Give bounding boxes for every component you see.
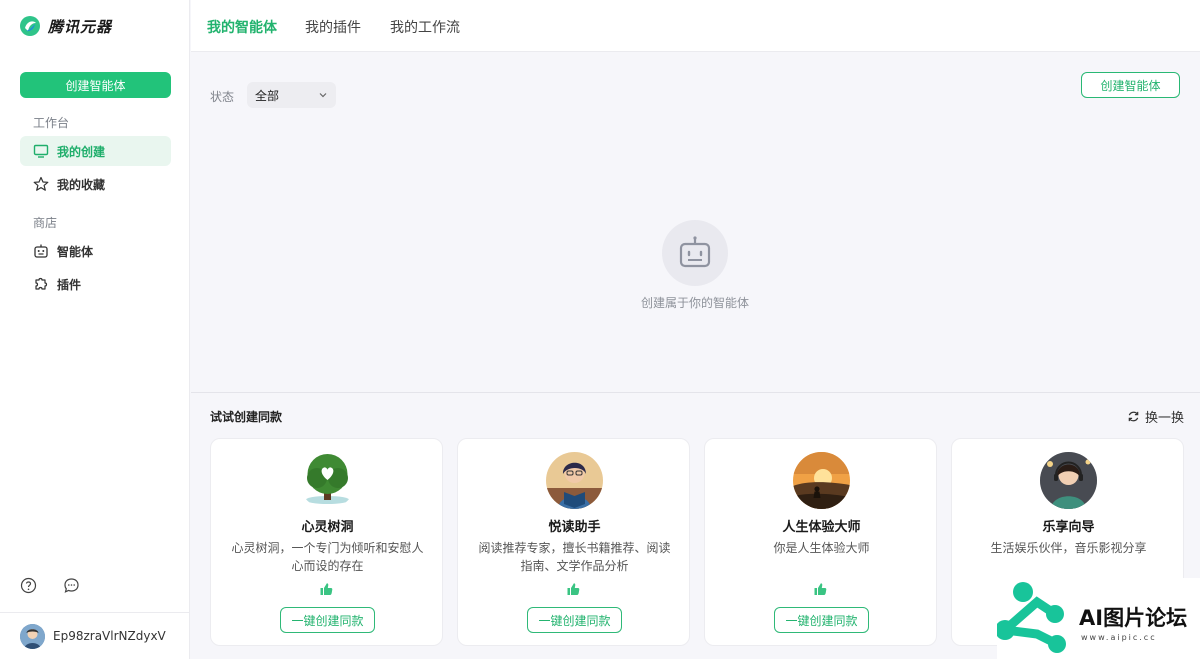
- card-description: 生活娱乐伙伴，音乐影视分享: [990, 541, 1147, 555]
- status-filter-label: 状态: [210, 90, 235, 104]
- sidebar-item-label: 我的创建: [57, 144, 106, 159]
- thumbs-up-icon: [567, 583, 580, 595]
- sidebar-item-label: 插件: [57, 277, 82, 292]
- watermark: AI图片论坛 www.aipic.cc: [997, 578, 1200, 659]
- card-description: 你是人生体验大师: [773, 541, 870, 555]
- music-avatar-image: [1040, 452, 1097, 509]
- monitor-icon: [33, 144, 49, 158]
- brand-name: 腾讯元器: [48, 17, 113, 36]
- watermark-text: AI图片论坛: [1079, 606, 1188, 630]
- user-name: Ep98zraVlrNZdyxV: [53, 629, 166, 643]
- star-icon: [33, 176, 49, 191]
- sidebar: 腾讯元器 创建智能体 工作台 我的创建 我的收藏 商店 智能体 插件 Ep98z…: [0, 0, 190, 659]
- chevron-down-icon: [319, 93, 327, 98]
- create-same-button[interactable]: 一键创建同款: [527, 607, 622, 633]
- workspace-section-label: 工作台: [33, 116, 70, 130]
- puzzle-icon: [35, 277, 48, 290]
- create-same-button[interactable]: 一键创建同款: [280, 607, 375, 633]
- chat-icon[interactable]: [63, 577, 80, 594]
- thumbs-up-icon: [814, 583, 827, 595]
- help-icon[interactable]: [20, 577, 37, 594]
- card-description: 阅读推荐专家，擅长书籍推荐、阅读指南、文学作品分析: [478, 541, 671, 573]
- brand[interactable]: 腾讯元器: [19, 15, 112, 37]
- sunset-avatar-image: [793, 452, 850, 509]
- tree-avatar-image: [299, 452, 356, 509]
- card-title: 乐享向导: [1042, 520, 1095, 535]
- sidebar-create-agent-button[interactable]: 创建智能体: [20, 72, 171, 98]
- card-description: 心灵树洞，一个专门为倾听和安慰人心而设的存在: [231, 541, 424, 573]
- template-card[interactable]: 人生体验大师 你是人生体验大师 一键创建同款: [704, 438, 937, 646]
- sidebar-item-my-creations[interactable]: 我的创建: [20, 136, 171, 166]
- card-title: 悦读助手: [548, 520, 601, 535]
- card-title: 人生体验大师: [782, 520, 861, 535]
- watermark-subtext: www.aipic.cc: [1081, 633, 1157, 642]
- brand-logo-icon: [20, 16, 40, 36]
- thumbs-up-icon: [320, 583, 333, 595]
- avatar: [20, 623, 45, 649]
- reader-avatar-image: [546, 452, 603, 509]
- sidebar-footer-icons: [20, 577, 80, 594]
- refresh-button[interactable]: 换一换: [1127, 407, 1184, 426]
- create-same-button[interactable]: 一键创建同款: [774, 607, 869, 633]
- sidebar-item-label: 我的收藏: [57, 177, 106, 192]
- sidebar-item-my-favorites[interactable]: 我的收藏: [20, 169, 171, 199]
- robot-icon: [34, 244, 48, 258]
- sidebar-item-plugins[interactable]: 插件: [20, 269, 171, 299]
- top-tab-bar: 我的智能体 我的插件 我的工作流: [191, 0, 1200, 52]
- user-profile[interactable]: Ep98zraVlrNZdyxV: [0, 612, 190, 659]
- refresh-icon: [1128, 411, 1139, 422]
- status-filter-select[interactable]: 全部: [247, 82, 336, 108]
- tab-my-workflows[interactable]: 我的工作流: [390, 17, 460, 37]
- sidebar-item-agents[interactable]: 智能体: [20, 236, 171, 266]
- status-filter-value: 全部: [255, 88, 280, 103]
- watermark-logo-icon: [997, 582, 1066, 653]
- sidebar-item-label: 智能体: [57, 244, 94, 259]
- try-section-title: 试试创建同款: [210, 410, 283, 424]
- card-title: 心灵树洞: [301, 520, 354, 535]
- template-card[interactable]: 悦读助手 阅读推荐专家，擅长书籍推荐、阅读指南、文学作品分析 一键创建同款: [457, 438, 690, 646]
- template-card[interactable]: 心灵树洞 心灵树洞，一个专门为倾听和安慰人心而设的存在 一键创建同款: [210, 438, 443, 646]
- tab-my-agents[interactable]: 我的智能体: [207, 17, 277, 37]
- empty-state-robot-icon: [662, 220, 728, 286]
- create-agent-button[interactable]: 创建智能体: [1081, 72, 1180, 98]
- store-section-label: 商店: [33, 216, 58, 230]
- main-content: 状态 全部 创建智能体 创建属于你的智能体: [191, 53, 1200, 391]
- tab-my-plugins[interactable]: 我的插件: [305, 17, 361, 37]
- empty-state-text: 创建属于你的智能体: [640, 296, 749, 310]
- refresh-label: 换一换: [1145, 411, 1185, 426]
